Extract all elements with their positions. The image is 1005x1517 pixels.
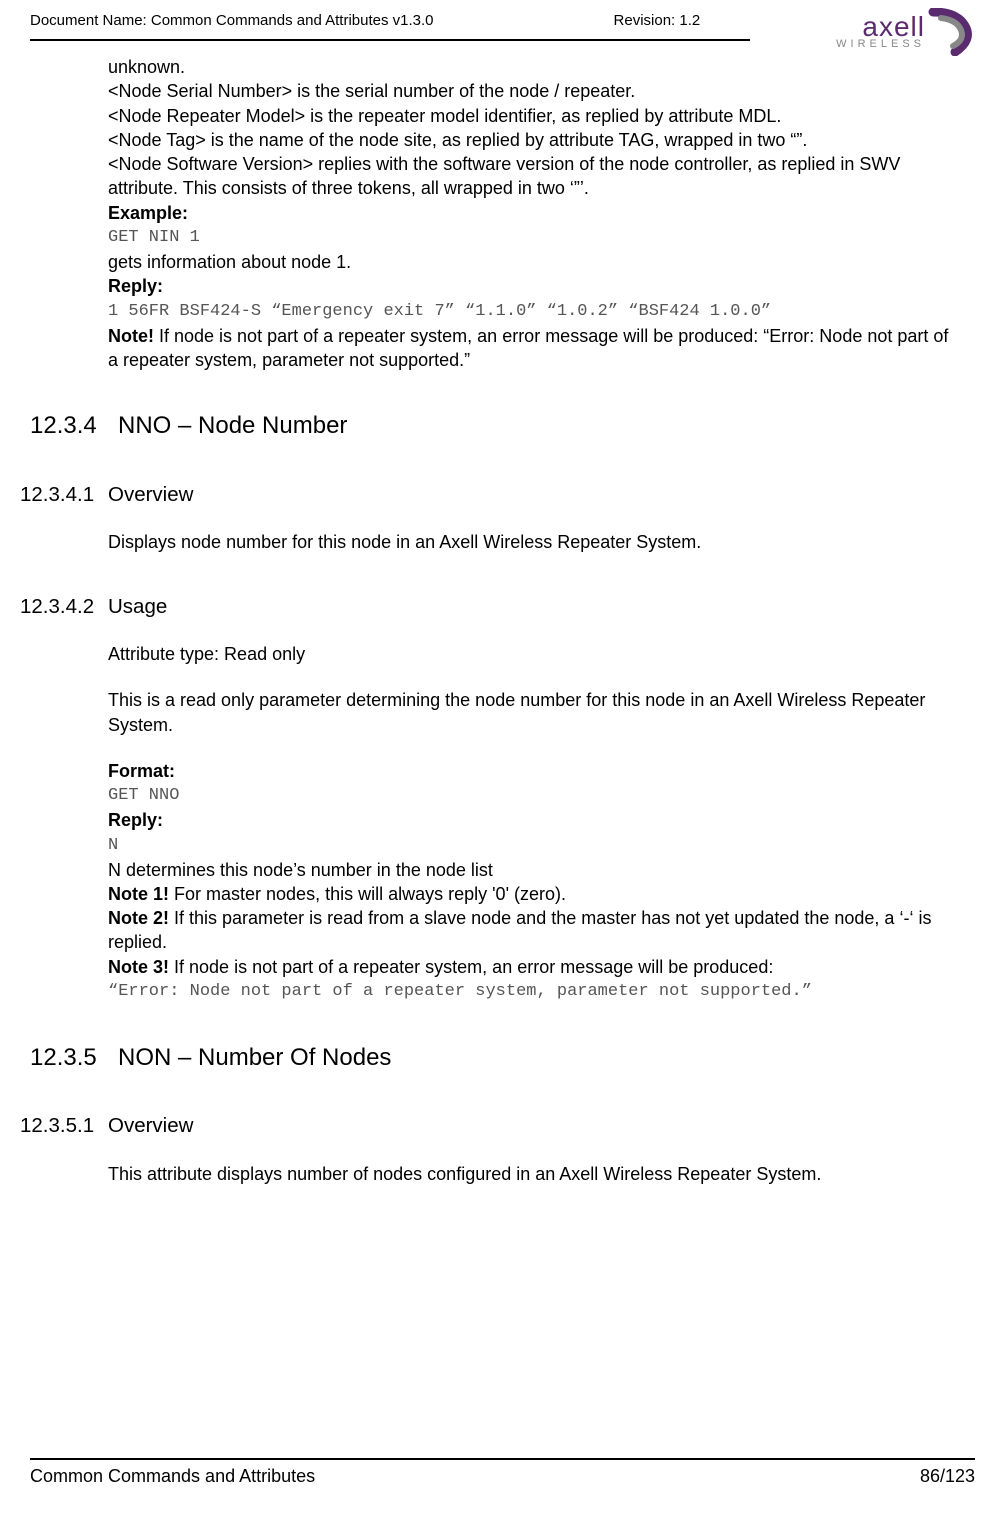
example-label: Example: — [108, 201, 960, 225]
overview-body-2: This attribute displays number of nodes … — [108, 1162, 960, 1186]
logo-text-main: axell — [862, 14, 925, 39]
reply-label: Reply: — [108, 274, 960, 298]
section-12-3-5: 12.3.5 NON – Number Of Nodes — [30, 1042, 960, 1074]
example-desc: gets information about node 1. — [108, 250, 960, 274]
example-code: GET NIN 1 — [108, 227, 960, 250]
logo-swirl-icon — [927, 8, 975, 56]
page-footer: Common Commands and Attributes 86/123 — [30, 1458, 975, 1487]
footer-right: 86/123 — [920, 1466, 975, 1487]
subsection-title: Overview — [108, 481, 193, 509]
section-number: 12.3.5 — [30, 1042, 118, 1074]
note2-text: If this parameter is read from a slave n… — [108, 908, 931, 952]
note3-text: If node is not part of a repeater system… — [169, 957, 773, 977]
text-nsn: <Node Serial Number> is the serial numbe… — [108, 79, 960, 103]
text-ntag: <Node Tag> is the name of the node site,… — [108, 128, 960, 152]
note-label: Note! — [108, 326, 154, 346]
subsection-12-3-4-1: 12.3.4.1 Overview — [20, 481, 960, 509]
usage-attr: Attribute type: Read only — [108, 642, 960, 666]
subsection-title: Usage — [108, 593, 167, 621]
doc-name: Document Name: Common Commands and Attri… — [30, 12, 434, 29]
revision: Revision: 1.2 — [614, 12, 701, 29]
subsection-number: 12.3.4.2 — [20, 593, 108, 621]
note-para: Note! If node is not part of a repeater … — [108, 324, 960, 373]
reply2-label: Reply: — [108, 808, 960, 832]
section-title: NON – Number Of Nodes — [118, 1042, 391, 1074]
note1-para: Note 1! For master nodes, this will alwa… — [108, 882, 960, 906]
note1-text: For master nodes, this will always reply… — [169, 884, 566, 904]
subsection-number: 12.3.4.1 — [20, 481, 108, 509]
section-title: NNO – Node Number — [118, 410, 347, 442]
subsection-12-3-4-2: 12.3.4.2 Usage — [20, 593, 960, 621]
logo-text-sub: WIRELESS — [836, 39, 925, 50]
subsection-title: Overview — [108, 1112, 193, 1140]
note-text: If node is not part of a repeater system… — [108, 326, 948, 370]
subsection-12-3-5-1: 12.3.5.1 Overview — [20, 1112, 960, 1140]
format-label: Format: — [108, 759, 960, 783]
note1-label: Note 1! — [108, 884, 169, 904]
usage-desc: This is a read only parameter determinin… — [108, 688, 960, 737]
text-unknown: unknown. — [108, 55, 960, 79]
section-number: 12.3.4 — [30, 410, 118, 442]
error-code: “Error: Node not part of a repeater syst… — [108, 981, 960, 1004]
text-nrm: <Node Repeater Model> is the repeater mo… — [108, 104, 960, 128]
section-12-3-4: 12.3.4 NNO – Node Number — [30, 410, 960, 442]
format-code: GET NNO — [108, 785, 960, 808]
text-nsv: <Node Software Version> replies with the… — [108, 152, 960, 201]
note2-para: Note 2! If this parameter is read from a… — [108, 906, 960, 955]
n-desc: N determines this node’s number in the n… — [108, 858, 960, 882]
page-content: unknown. <Node Serial Number> is the ser… — [30, 41, 975, 1186]
reply-code: 1 56FR BSF424-S “Emergency exit 7” “1.1.… — [108, 301, 960, 324]
overview-body: Displays node number for this node in an… — [108, 530, 960, 554]
footer-rule — [30, 1458, 975, 1460]
logo: axell WIRELESS — [836, 8, 975, 56]
note3-para: Note 3! If node is not part of a repeate… — [108, 955, 960, 979]
footer-left: Common Commands and Attributes — [30, 1466, 315, 1487]
subsection-number: 12.3.5.1 — [20, 1112, 108, 1140]
note3-label: Note 3! — [108, 957, 169, 977]
reply2-code: N — [108, 835, 960, 858]
note2-label: Note 2! — [108, 908, 169, 928]
page-header: Document Name: Common Commands and Attri… — [30, 0, 975, 29]
